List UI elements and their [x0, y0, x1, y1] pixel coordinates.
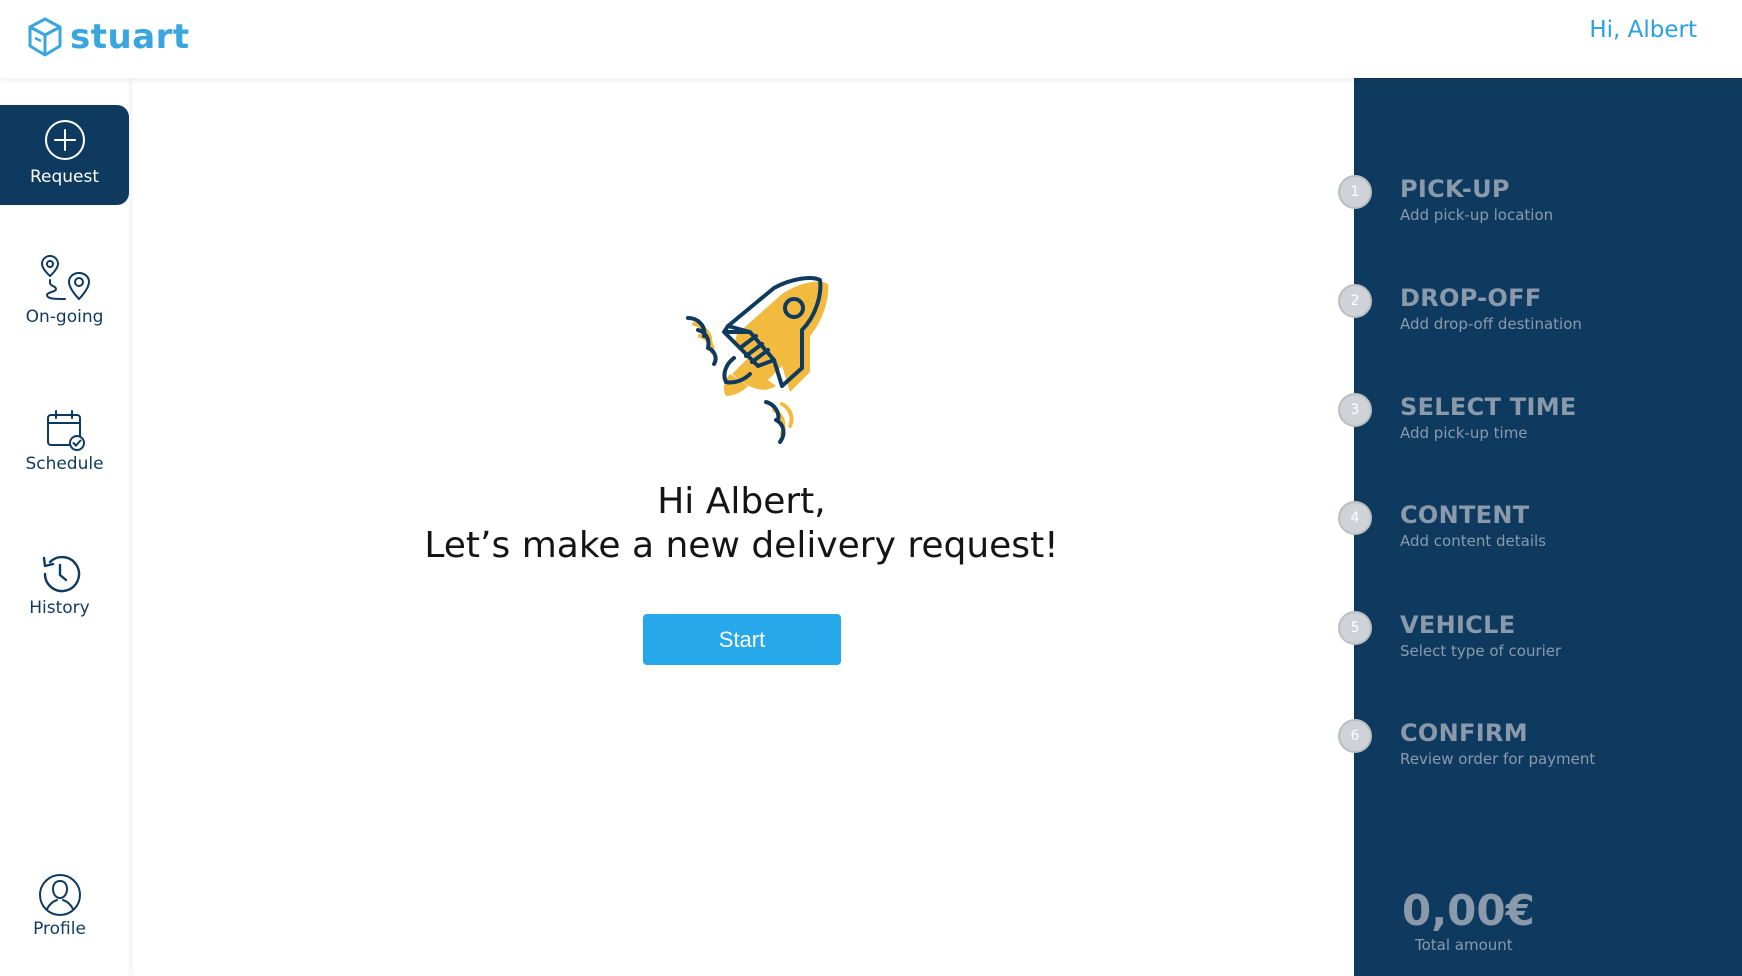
- stuart-cube-icon: [28, 17, 62, 57]
- user-circle-icon: [38, 874, 81, 916]
- sidebar: Request On-going Schedule History Profil…: [0, 78, 129, 976]
- sidebar-item-on-going[interactable]: On-going: [0, 253, 129, 353]
- history-clock-icon: [42, 555, 80, 593]
- steps-panel: 1 PICK-UP Add pick-up location 2 DROP-OF…: [1338, 78, 1742, 976]
- plus-circle-icon: [44, 120, 85, 160]
- sidebar-item-label: Request: [29, 167, 100, 187]
- sidebar-item-history[interactable]: History: [0, 552, 124, 652]
- sidebar-item-label: On-going: [25, 307, 104, 327]
- step-number: 6: [1338, 719, 1372, 753]
- calendar-check-icon: [46, 410, 85, 451]
- logo-text: stuart: [70, 17, 190, 57]
- total-amount-label: Total amount: [1415, 936, 1513, 954]
- step-title: CONFIRM: [1400, 719, 1528, 747]
- step-title: CONTENT: [1400, 501, 1530, 529]
- step-number: 1: [1338, 175, 1372, 209]
- sidebar-item-request[interactable]: Request: [0, 105, 129, 205]
- step-subtitle: Add drop-off destination: [1400, 315, 1582, 333]
- rocket-icon: [686, 276, 829, 444]
- step-pick-up[interactable]: 1 PICK-UP Add pick-up location: [1338, 175, 1738, 235]
- step-content[interactable]: 4 CONTENT Add content details: [1338, 501, 1738, 561]
- main-content: Hi Albert, Let’s make a new delivery req…: [129, 78, 1354, 976]
- route-pins-icon: [40, 254, 90, 301]
- headline-line-2: Let’s make a new delivery request!: [424, 525, 1059, 566]
- sidebar-item-label: History: [29, 598, 90, 618]
- step-subtitle: Add content details: [1400, 532, 1546, 550]
- step-subtitle: Review order for payment: [1400, 750, 1596, 768]
- step-title: SELECT TIME: [1400, 393, 1577, 421]
- step-number: 5: [1338, 611, 1372, 645]
- top-bar: stuart Hi, Albert: [0, 0, 1742, 78]
- user-greeting[interactable]: Hi, Albert: [1589, 17, 1697, 43]
- step-subtitle: Add pick-up location: [1400, 206, 1554, 224]
- sidebar-item-profile[interactable]: Profile: [0, 873, 124, 973]
- stuart-logo[interactable]: stuart: [26, 16, 190, 58]
- step-confirm[interactable]: 6 CONFIRM Review order for payment: [1338, 719, 1738, 779]
- step-drop-off[interactable]: 2 DROP-OFF Add drop-off destination: [1338, 284, 1738, 344]
- sidebar-item-label: Profile: [33, 919, 86, 939]
- step-select-time[interactable]: 3 SELECT TIME Add pick-up time: [1338, 393, 1738, 453]
- step-subtitle: Select type of courier: [1400, 642, 1562, 660]
- step-title: VEHICLE: [1400, 611, 1516, 639]
- step-title: PICK-UP: [1400, 175, 1510, 203]
- step-number: 4: [1338, 501, 1372, 535]
- step-vehicle[interactable]: 5 VEHICLE Select type of courier: [1338, 611, 1738, 671]
- total-amount: 0,00€: [1402, 886, 1535, 935]
- start-button[interactable]: Start: [643, 614, 841, 665]
- headline-line-1: Hi Albert,: [657, 481, 826, 522]
- step-number: 2: [1338, 284, 1372, 318]
- sidebar-item-label: Schedule: [25, 454, 104, 474]
- welcome-headline: Hi Albert, Let’s make a new delivery req…: [129, 480, 1354, 568]
- sidebar-item-schedule[interactable]: Schedule: [0, 408, 129, 508]
- step-title: DROP-OFF: [1400, 284, 1542, 312]
- step-subtitle: Add pick-up time: [1400, 424, 1528, 442]
- step-number: 3: [1338, 393, 1372, 427]
